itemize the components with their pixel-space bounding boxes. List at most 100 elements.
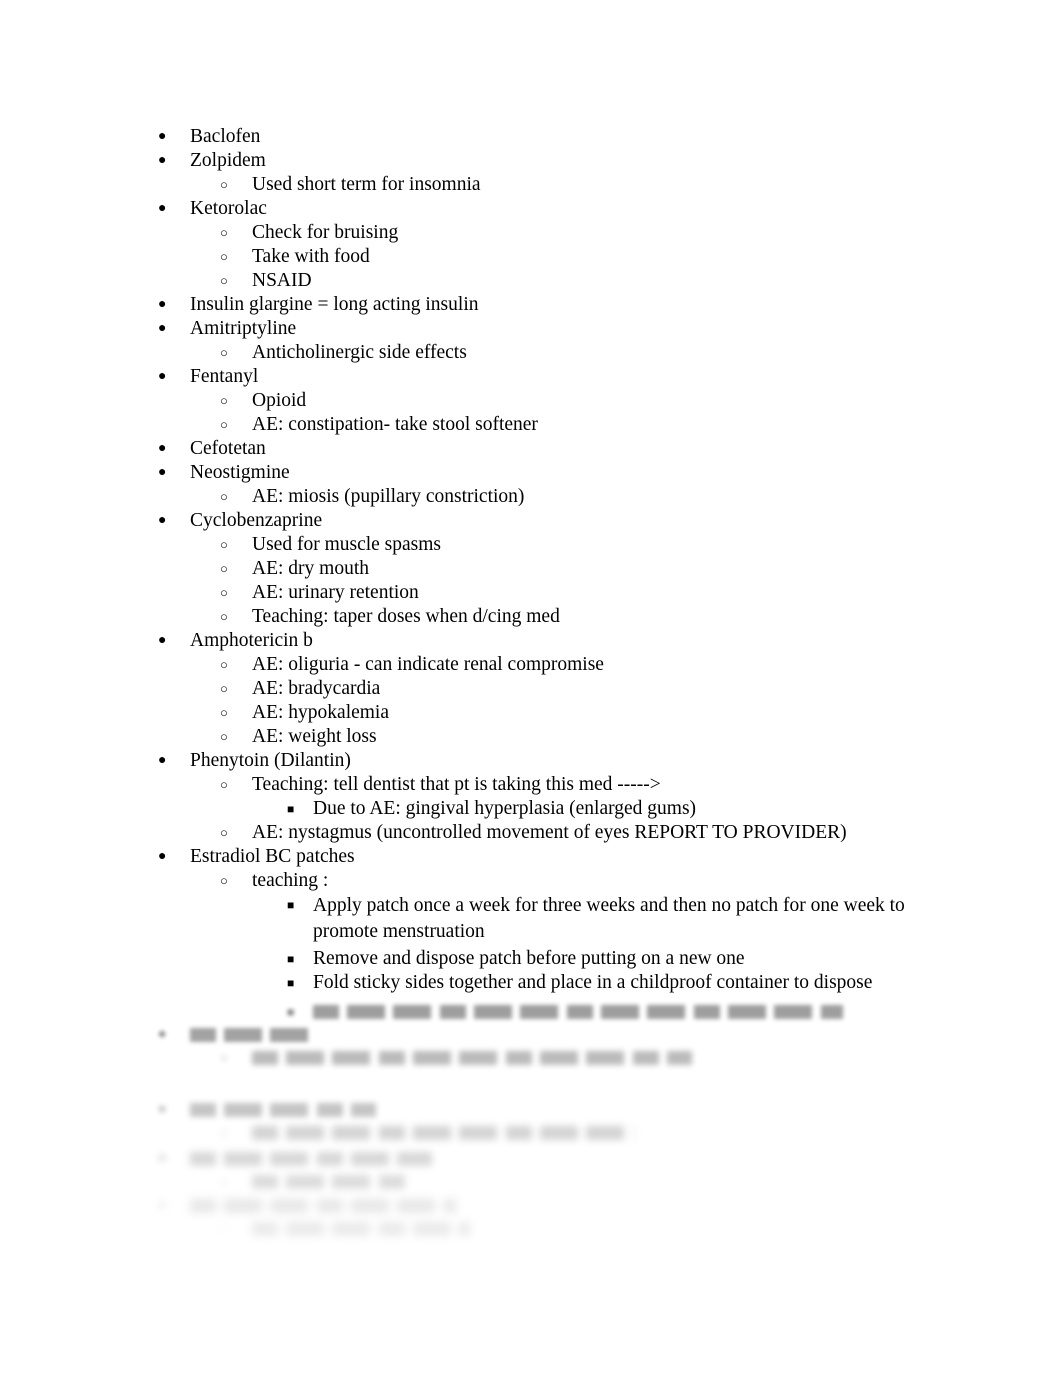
outline-item-label: AE: hypokalemia <box>252 702 390 723</box>
bullet-level-2-icon: ○ <box>220 681 228 696</box>
outline-item-label: Insulin glargine = long acting insulin <box>190 294 479 315</box>
outline-item: ○ Used for muscle spasms <box>0 533 1062 557</box>
outline-item-label: Teaching: tell dentist that pt is taking… <box>252 774 661 795</box>
bullet-level-2-icon: ○ <box>220 177 228 192</box>
bullet-level-2-icon: ○ <box>220 1050 228 1065</box>
obscured-text <box>190 1199 456 1213</box>
outline-item-label: AE: bradycardia <box>252 678 381 699</box>
outline-item: ● Insulin glargine = long acting insulin <box>0 293 1062 317</box>
outline-item-label: Cefotetan <box>190 438 266 459</box>
obscured-text <box>190 1028 316 1042</box>
outline-item-label: Check for bruising <box>252 222 399 243</box>
outline-item-label: AE: dry mouth <box>252 558 369 579</box>
outline-item-label: Phenytoin (Dilantin) <box>190 750 351 771</box>
bullet-level-1-icon: ● <box>158 441 167 456</box>
bullet-level-2-icon: ○ <box>220 585 228 600</box>
bullet-level-2-icon: ○ <box>220 489 228 504</box>
outline-item: ● Cyclobenzaprine <box>0 509 1062 533</box>
outline-item-label: teaching : <box>252 870 329 891</box>
bullet-level-2-icon: ○ <box>220 873 228 888</box>
outline-item-label: Amphotericin b <box>190 630 313 651</box>
outline-item-label: Fold sticky sides together and place in … <box>313 972 873 993</box>
bullet-level-1-icon: ● <box>158 849 167 864</box>
outline-item: ● Baclofen <box>0 125 1062 149</box>
outline-item: ○ AE: urinary retention <box>0 581 1062 605</box>
bullet-level-1-icon: ● <box>158 1198 167 1213</box>
outline-item: ● Amphotericin b <box>0 629 1062 653</box>
outline-item-label: AE: nystagmus (uncontrolled movement of … <box>252 822 847 843</box>
obscured-text <box>252 1126 634 1140</box>
bullet-level-2-icon: ○ <box>220 657 228 672</box>
outline-item: ○ AE: oliguria - can indicate renal compr… <box>0 653 1062 677</box>
bullet-level-1-icon: ● <box>158 465 167 480</box>
outline-item: ○ Check for bruising <box>0 221 1062 245</box>
bullet-level-1-icon: ● <box>158 1102 167 1117</box>
outline-item: ● Ketorolac <box>0 197 1062 221</box>
bullet-level-2-icon: ○ <box>220 705 228 720</box>
bullet-level-3-icon: ■ <box>287 976 295 990</box>
outline-item: ○ AE: miosis (pupillary constriction) <box>0 485 1062 509</box>
bullet-level-3-icon: ■ <box>287 952 295 966</box>
obscured-text <box>190 1103 376 1117</box>
outline-item: ■ Due to AE: gingival hyperplasia (enlarg… <box>0 797 1062 821</box>
outline-item: ○ teaching : <box>0 869 1062 893</box>
outline-item-label: Apply patch once a week for three weeks … <box>313 895 905 942</box>
outline-item: ○ Take with food <box>0 245 1062 269</box>
obscured-text <box>313 1005 843 1019</box>
bullet-level-2-icon: ○ <box>220 1125 228 1140</box>
outline-item-label: Due to AE: gingival hyperplasia (enlarge… <box>313 798 697 819</box>
outline-item-label: Remove and dispose patch before putting … <box>313 948 745 969</box>
bullet-level-2-icon: ○ <box>220 729 228 744</box>
outline-item: ● Phenytoin (Dilantin) <box>0 749 1062 773</box>
outline-item-label: Neostigmine <box>190 462 290 483</box>
bullet-level-1-icon: ● <box>158 513 167 528</box>
bullet-level-1-icon: ● <box>158 153 167 168</box>
bullet-level-2-icon: ○ <box>220 249 228 264</box>
bullet-level-2-icon: ○ <box>220 561 228 576</box>
outline-item: ○ AE: weight loss <box>0 725 1062 749</box>
bullet-level-2-icon: ○ <box>220 825 228 840</box>
outline-item: ○ Used short term for insomnia <box>0 173 1062 197</box>
outline-item: ● Fentanyl <box>0 365 1062 389</box>
obscured-text <box>252 1222 470 1236</box>
bullet-level-1-icon: ● <box>158 201 167 216</box>
obscured-text <box>190 1152 432 1166</box>
outline-item-label: Amitriptyline <box>190 318 297 339</box>
outline-item-label: Zolpidem <box>190 150 266 171</box>
bullet-level-2-icon: ○ <box>220 393 228 408</box>
outline-item-label: AE: urinary retention <box>252 582 419 603</box>
bullet-level-2-icon: ○ <box>220 777 228 792</box>
bullet-level-1-icon: ● <box>158 297 167 312</box>
outline-item-label: Used short term for insomnia <box>252 174 481 195</box>
bullet-level-3-icon: ■ <box>287 898 295 912</box>
outline-item-label: Baclofen <box>190 126 261 147</box>
outline-item-label: Ketorolac <box>190 198 267 219</box>
outline-item: ○ AE: dry mouth <box>0 557 1062 581</box>
obscured-text <box>252 1051 692 1065</box>
outline-item-label: Cyclobenzaprine <box>190 510 323 531</box>
outline-item: ○ Teaching: taper doses when d/cing med <box>0 605 1062 629</box>
outline-item: ○ AE: bradycardia <box>0 677 1062 701</box>
outline-item-label: NSAID <box>252 270 312 291</box>
outline-item-label: Take with food <box>252 246 370 267</box>
bullet-level-2-icon: ○ <box>220 225 228 240</box>
bullet-level-2-icon: ○ <box>220 345 228 360</box>
outline-item: ● Amitriptyline <box>0 317 1062 341</box>
bullet-level-2-icon: ○ <box>220 1221 228 1236</box>
bullet-level-2-icon: ○ <box>220 1174 228 1189</box>
bullet-level-1-icon: ● <box>158 129 167 144</box>
document-page: ● Baclofen ● Zolpidem ○ Used short term for i… <box>0 0 1062 1377</box>
outline-item: ■ Remove and dispose patch before putting… <box>0 947 1062 971</box>
bullet-level-1-icon: ● <box>158 753 167 768</box>
outline-item: ○ Teaching: tell dentist that pt is takin… <box>0 773 1062 797</box>
outline-item-label: Teaching: taper doses when d/cing med <box>252 606 560 627</box>
outline-item-label: AE: oliguria - can indicate renal compro… <box>252 654 604 675</box>
bullet-level-1-icon: ● <box>158 633 167 648</box>
bullet-level-3-icon: ■ <box>287 1005 295 1019</box>
outline-item-label: AE: weight loss <box>252 726 377 747</box>
bullet-level-2-icon: ○ <box>220 609 228 624</box>
outline-item-label: Estradiol BC patches <box>190 846 355 867</box>
outline-item: ○ Opioid <box>0 389 1062 413</box>
bullet-level-1-icon: ● <box>158 369 167 384</box>
bullet-level-2-icon: ○ <box>220 273 228 288</box>
